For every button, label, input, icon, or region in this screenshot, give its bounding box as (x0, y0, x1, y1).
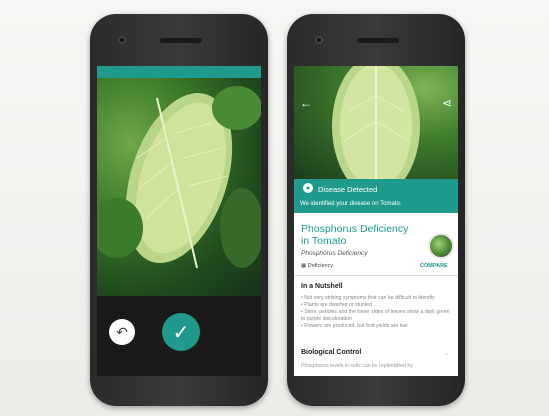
list-item: • Flowers are produced, but fruit yields… (301, 322, 408, 329)
back-arrow-icon[interactable]: ← (300, 96, 312, 110)
camera-icon (118, 36, 126, 44)
confirm-button[interactable]: ✓ (162, 313, 200, 351)
section-heading-biological[interactable]: Biological Control (301, 349, 361, 356)
backdrop (0, 0, 549, 416)
leaf-photo (97, 78, 261, 296)
category-icon: ▦ (301, 263, 308, 269)
compare-button[interactable]: COMPARE (420, 263, 448, 269)
disease-title: Phosphorus Deficiency in Tomato (301, 223, 409, 247)
section-heading-nutshell: In a Nutshell (301, 283, 343, 290)
detection-banner: ● Disease Detected We identified your di… (294, 179, 458, 213)
category-tag: ▦ Deficiency (301, 263, 333, 269)
result-screen: ← ⋖ ● Disease Detected We identified you… (294, 66, 458, 376)
banner-title: Disease Detected (318, 185, 378, 194)
disease-thumbnail[interactable] (428, 233, 454, 259)
status-bar (97, 66, 261, 78)
check-icon: ✓ (172, 321, 190, 344)
list-item: • Stem, petioles and the lower sides of … (301, 309, 450, 322)
camera-icon (315, 36, 323, 44)
leaf-illustration (332, 66, 420, 196)
share-icon[interactable]: ⋖ (442, 96, 452, 110)
speaker-grille (357, 38, 399, 43)
disease-subtitle: Phosphorus Deficiency (301, 250, 368, 257)
symptom-list: • Not very striking symptoms that can be… (301, 295, 451, 330)
detected-icon: ● (303, 183, 313, 193)
chevron-down-icon[interactable]: ⌄ (444, 350, 449, 357)
disease-card: Phosphorus Deficiency in Tomato Phosphor… (294, 213, 458, 376)
leaf-illustration (97, 86, 261, 269)
biological-text: Phosphorus levels in soils can be replen… (301, 363, 413, 369)
left-phone: ↶ ✓ (90, 14, 268, 406)
category-label: Deficiency (307, 263, 334, 269)
right-phone: ← ⋖ ● Disease Detected We identified you… (287, 14, 465, 406)
list-item: • Plants are dwarfed or stunted (301, 302, 373, 309)
capture-toolbar: ↶ ✓ (97, 296, 261, 376)
leaf-photo (294, 66, 458, 196)
banner-subtitle: We identified your disease on Tomato. (300, 201, 402, 207)
retake-button[interactable]: ↶ (109, 319, 135, 345)
undo-icon: ↶ (116, 323, 128, 340)
list-item: • Not very striking symptoms that can be… (301, 295, 435, 301)
divider (294, 275, 458, 276)
speaker-grille (160, 38, 202, 43)
camera-screen: ↶ ✓ (97, 66, 261, 376)
